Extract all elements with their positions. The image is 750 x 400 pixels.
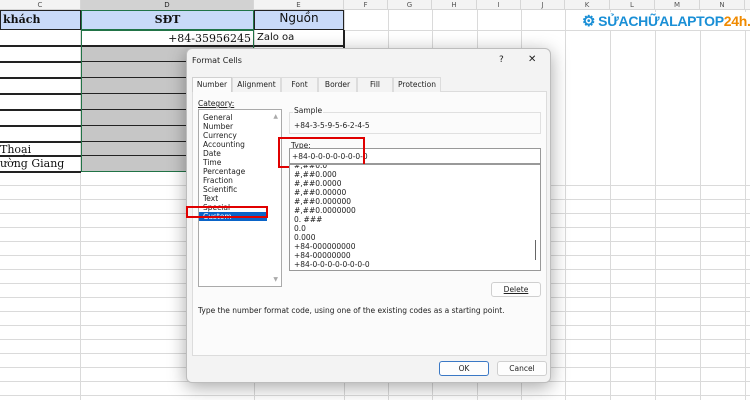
gear-icon: ⚙	[582, 13, 596, 30]
format-cells-dialog: Format Cells ? ✕ Number Alignment Font B…	[186, 48, 551, 383]
format-code[interactable]: +84-0-0-0-0-0-0-0-0	[290, 260, 540, 269]
sample-label: Sample	[293, 106, 324, 115]
category-general[interactable]: General	[199, 113, 281, 122]
tab-font[interactable]: Font	[281, 77, 318, 92]
col-header-l[interactable]: L	[610, 0, 655, 10]
category-currency[interactable]: Currency	[199, 131, 281, 140]
header-customer[interactable]: khách	[3, 13, 40, 26]
col-header-m[interactable]: M	[655, 0, 700, 10]
format-description: Type the number format code, using one o…	[198, 306, 505, 315]
format-code[interactable]: 0.000	[290, 233, 540, 242]
close-icon[interactable]: ✕	[528, 54, 536, 65]
format-code[interactable]: #,##0.000	[290, 170, 540, 179]
col-header-g[interactable]: G	[388, 0, 432, 10]
col-header-n[interactable]: N	[700, 0, 745, 10]
category-fraction[interactable]: Fraction	[199, 176, 281, 185]
tab-protection[interactable]: Protection	[393, 77, 441, 92]
col-header-i[interactable]: I	[477, 0, 521, 10]
format-code-list[interactable]: #,##0.0 #,##0.000 #,##0.0000 #,##0.00000…	[289, 164, 541, 271]
header-phone[interactable]: SĐT	[81, 13, 254, 26]
help-button[interactable]: ?	[499, 55, 504, 65]
ok-button[interactable]: OK	[439, 361, 489, 376]
column-headers: C D E F G H I J K L M N	[0, 0, 750, 10]
cell-customer-9[interactable]: ường Giang	[0, 157, 64, 170]
format-code[interactable]: +84-000000000	[290, 242, 540, 251]
dialog-title: Format Cells	[192, 56, 242, 65]
delete-button[interactable]: Delete	[491, 282, 541, 297]
category-time[interactable]: Time	[199, 158, 281, 167]
format-code[interactable]: #,##0.0000	[290, 179, 540, 188]
tab-border[interactable]: Border	[318, 77, 357, 92]
category-number[interactable]: Number	[199, 122, 281, 131]
tab-alignment[interactable]: Alignment	[232, 77, 281, 92]
format-code[interactable]: #,##0.000000	[290, 197, 540, 206]
cancel-button[interactable]: Cancel	[497, 361, 547, 376]
col-header-d[interactable]: D	[81, 0, 254, 10]
category-scientific[interactable]: Scientific	[199, 185, 281, 194]
tab-fill[interactable]: Fill	[357, 77, 393, 92]
tab-number[interactable]: Number	[192, 77, 232, 92]
col-header-j[interactable]: J	[521, 0, 565, 10]
col-header-c[interactable]: C	[0, 0, 81, 10]
category-list[interactable]: General Number Currency Accounting Date …	[198, 109, 282, 287]
brand-logo: ⚙ SỬACHỮALAPTOP24h.com	[582, 12, 750, 30]
cell-source-1[interactable]: Zalo oa	[257, 32, 294, 43]
format-code[interactable]: +84-00000000	[290, 251, 540, 260]
category-text[interactable]: Text	[199, 194, 281, 203]
header-source[interactable]: Nguồn	[254, 11, 344, 25]
scroll-up-icon[interactable]: ▲	[273, 113, 278, 120]
category-accounting[interactable]: Accounting	[199, 140, 281, 149]
sample-value: +84-3-5-9-5-6-2-4-5	[294, 121, 370, 130]
format-code[interactable]: 0.0	[290, 224, 540, 233]
cell-customer-8[interactable]: Thoại	[0, 143, 31, 156]
scrollbar-thumb[interactable]	[534, 240, 536, 260]
category-label: Category:	[198, 99, 235, 108]
format-code[interactable]: #,##0.0000000	[290, 206, 540, 215]
col-header-h[interactable]: H	[432, 0, 477, 10]
category-percentage[interactable]: Percentage	[199, 167, 281, 176]
format-code[interactable]: 0. ###	[290, 215, 540, 224]
category-date[interactable]: Date	[199, 149, 281, 158]
col-header-f[interactable]: F	[344, 0, 388, 10]
col-header-e[interactable]: E	[254, 0, 344, 10]
highlight-custom	[186, 206, 268, 218]
col-header-k[interactable]: K	[565, 0, 610, 10]
scroll-down-icon[interactable]: ▼	[273, 276, 278, 283]
format-code[interactable]: #,##0.00000	[290, 188, 540, 197]
